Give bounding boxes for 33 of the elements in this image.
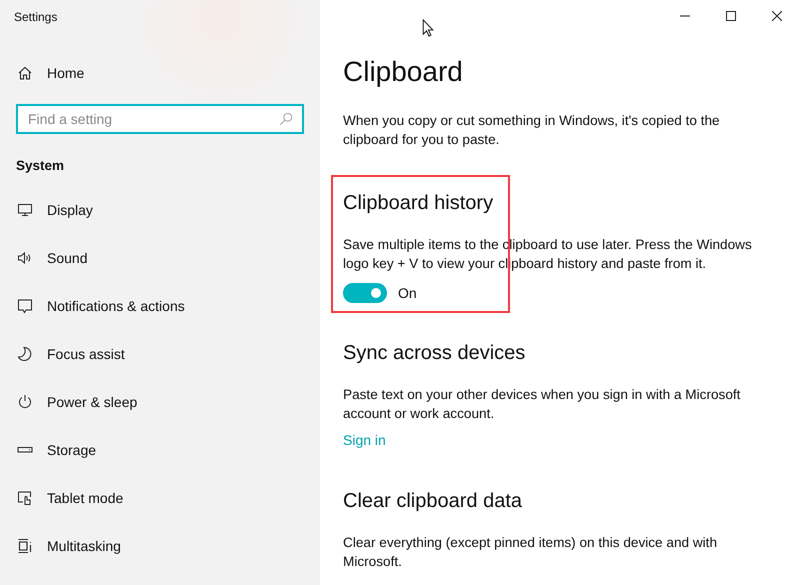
nav-item[interactable]: Notifications & actions bbox=[17, 282, 185, 330]
close-icon bbox=[772, 11, 782, 21]
toggle-state-label: On bbox=[398, 285, 417, 301]
nav-item[interactable]: Sound bbox=[17, 234, 88, 282]
search-field[interactable]: Find a setting bbox=[16, 104, 304, 134]
nav-item[interactable]: Tablet mode bbox=[17, 474, 124, 522]
display-icon bbox=[17, 202, 33, 218]
power-icon bbox=[17, 394, 33, 410]
section-heading: Clipboard history bbox=[343, 191, 494, 216]
page-title: Clipboard bbox=[343, 55, 464, 89]
moon-icon bbox=[17, 346, 33, 362]
multitasking-icon bbox=[17, 538, 33, 554]
nav-item[interactable]: Display bbox=[17, 186, 93, 234]
tablet-touch-icon bbox=[17, 490, 33, 506]
section-heading: Sync across devices bbox=[343, 341, 526, 366]
speaker-icon bbox=[17, 250, 33, 266]
nav-item[interactable]: Power & sleep bbox=[17, 378, 138, 426]
page-description: When you copy or cut something in Windows, it's copied to the clipboard for you to paste. bbox=[343, 112, 721, 149]
home-link[interactable]: Home bbox=[17, 56, 84, 90]
mouse-cursor-icon bbox=[422, 19, 434, 38]
nav-item[interactable]: Storage bbox=[17, 426, 96, 474]
toggle-switch[interactable] bbox=[343, 283, 387, 303]
home-icon bbox=[17, 65, 33, 81]
window-title: Settings bbox=[13, 9, 58, 26]
section-description: Clear everything (except pinned items) on this device and with Microsoft. bbox=[343, 534, 718, 570]
nav-item[interactable]: Focus assist bbox=[17, 330, 125, 378]
section-description: Paste text on your other devices when you sign in with a Microsoft account or work account. bbox=[343, 386, 742, 422]
section-heading: System bbox=[16, 158, 66, 175]
speech-bubble-icon bbox=[17, 298, 33, 314]
section-heading: Clear clipboard data bbox=[343, 489, 523, 514]
maximize-icon bbox=[726, 11, 736, 21]
search-icon bbox=[279, 112, 293, 126]
nav-item[interactable]: Multitasking bbox=[17, 522, 121, 570]
